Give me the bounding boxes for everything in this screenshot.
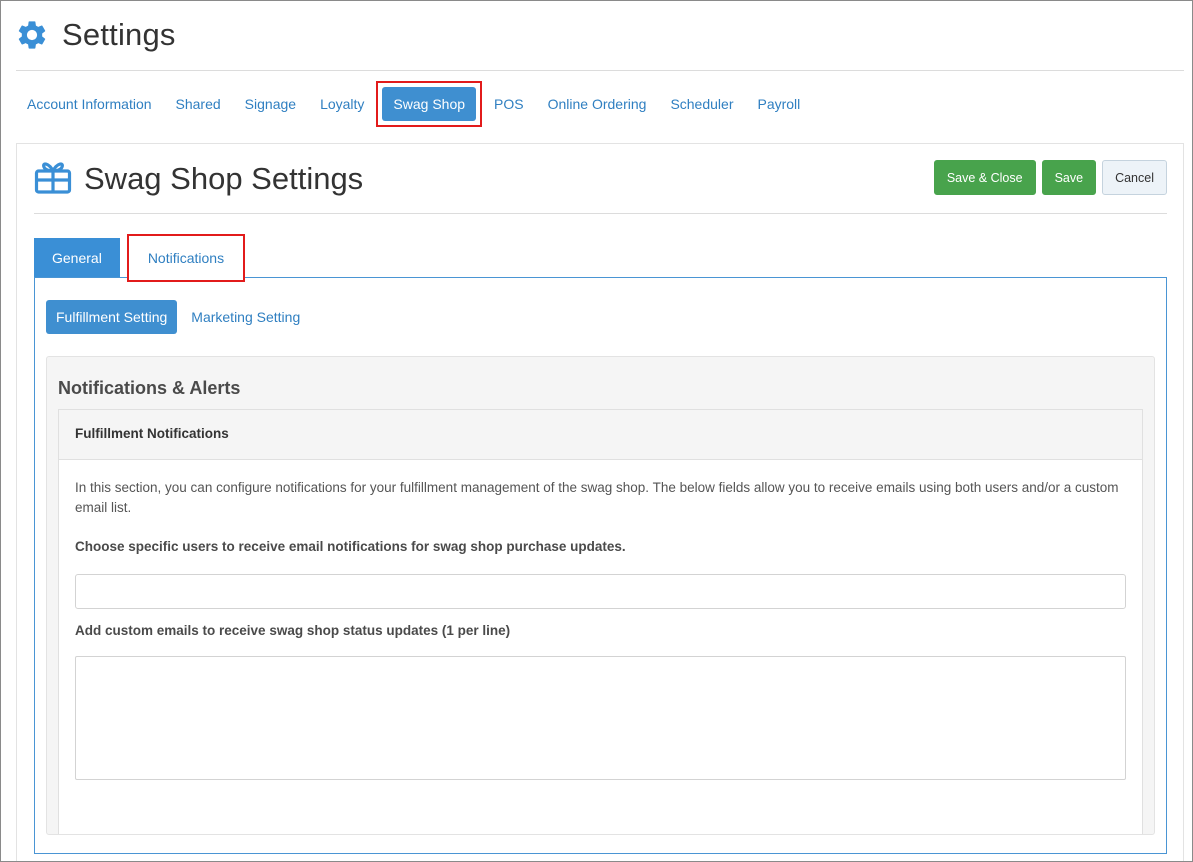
section-description: In this section, you can configure notif… [75, 480, 1119, 515]
header-divider [16, 70, 1184, 71]
subtab-marketing-setting[interactable]: Marketing Setting [181, 300, 310, 334]
nav-loyalty[interactable]: Loyalty [308, 85, 376, 123]
nav-swag-shop[interactable]: Swag Shop [382, 87, 477, 121]
fulfillment-notifications-panel: Fulfillment Notifications In this sectio… [58, 409, 1143, 834]
nav-swag-shop-highlight: Swag Shop [376, 81, 483, 127]
swag-shop-settings-panel: Swag Shop Settings Save & Close Save Can… [16, 143, 1184, 861]
nav-shared[interactable]: Shared [164, 85, 233, 123]
nav-pos[interactable]: POS [482, 85, 536, 123]
panel-heading: Fulfillment Notifications [59, 410, 1142, 460]
custom-emails-textarea[interactable] [75, 656, 1126, 780]
page-header: Settings [15, 15, 176, 55]
nav-scheduler[interactable]: Scheduler [658, 85, 745, 123]
settings-tabs: General Notifications [34, 230, 246, 282]
nav-online-ordering[interactable]: Online Ordering [536, 85, 659, 123]
page-title: Settings [62, 17, 176, 52]
header-actions: Save & Close Save Cancel [933, 160, 1167, 195]
nav-signage[interactable]: Signage [233, 85, 308, 123]
users-select-input[interactable] [75, 574, 1126, 609]
emails-field-label: Add custom emails to receive swag shop s… [75, 623, 511, 638]
section-title: Notifications & Alerts [58, 378, 241, 398]
panel-header: Swag Shop Settings Save & Close Save Can… [34, 144, 1167, 214]
save-button[interactable]: Save [1041, 160, 1097, 195]
settings-nav: Account Information Shared Signage Loyal… [15, 81, 812, 127]
gift-icon [34, 161, 72, 194]
save-close-button[interactable]: Save & Close [933, 160, 1036, 195]
nav-payroll[interactable]: Payroll [745, 85, 812, 123]
tab-notifications[interactable]: Notifications [126, 234, 246, 282]
subtab-fulfillment-setting[interactable]: Fulfillment Setting [46, 300, 178, 334]
panel-body: In this section, you can configure notif… [59, 460, 1142, 780]
gear-icon [18, 21, 46, 49]
nav-account-information[interactable]: Account Information [15, 85, 164, 123]
notifications-well: Notifications & Alerts Fulfillment Notif… [46, 356, 1155, 835]
panel-title: Swag Shop Settings [84, 160, 364, 196]
notification-subtabs: Fulfillment Setting Marketing Setting [46, 300, 310, 334]
tab-general[interactable]: General [34, 238, 120, 278]
users-field-label: Choose specific users to receive email n… [75, 539, 626, 554]
cancel-button[interactable]: Cancel [1102, 160, 1167, 195]
tab-content: Fulfillment Setting Marketing Setting No… [34, 277, 1167, 854]
